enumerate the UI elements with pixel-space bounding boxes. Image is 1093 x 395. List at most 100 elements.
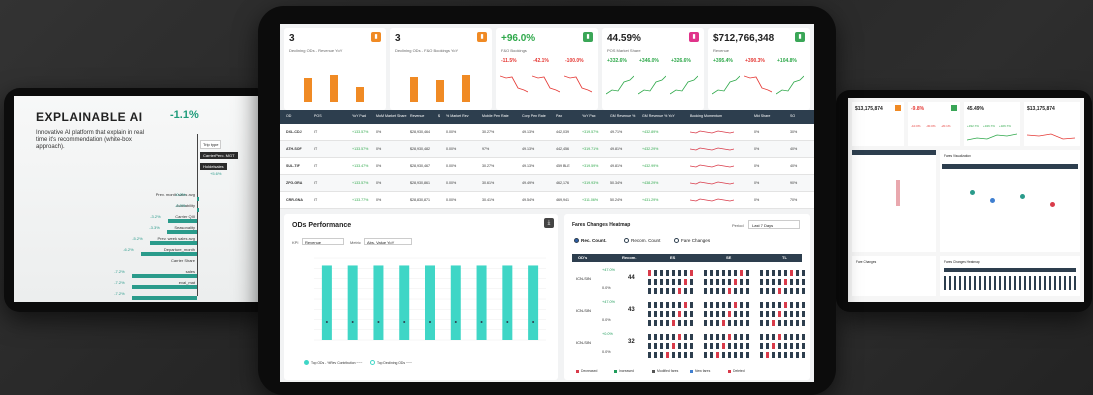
heatmap-cell[interactable] [710, 302, 713, 308]
heatmap-cell[interactable] [796, 279, 799, 285]
heatmap-cell[interactable] [766, 320, 769, 326]
heatmap-cell[interactable] [690, 279, 693, 285]
table-header-cell[interactable]: $ [438, 114, 440, 118]
table-row[interactable]: DXL-CDJ IT +133.57% 0% $28,930,464 0.00% 30.27… [280, 124, 814, 141]
heatmap-cell[interactable] [690, 302, 693, 308]
heatmap-cell[interactable] [746, 279, 749, 285]
heatmap-cell[interactable] [796, 288, 799, 294]
heatmap-cell[interactable] [772, 270, 775, 276]
heatmap-cell[interactable] [710, 311, 713, 317]
legend-declining-ods[interactable]: Top Declining ODs ~~~ [377, 361, 412, 365]
heatmap-cell[interactable] [672, 343, 675, 349]
heatmap-cell[interactable] [740, 279, 743, 285]
heatmap-cell[interactable] [778, 270, 781, 276]
heatmap-cell[interactable] [704, 279, 707, 285]
table-header-cell[interactable]: MoM Market Share [376, 114, 407, 118]
heatmap-cell[interactable] [772, 279, 775, 285]
heatmap-cell[interactable] [704, 302, 707, 308]
radio-button[interactable] [574, 238, 579, 243]
heatmap-cell[interactable] [648, 302, 651, 308]
heatmap-cell[interactable] [672, 270, 675, 276]
heatmap-cell[interactable] [678, 279, 681, 285]
heatmap-cell[interactable] [716, 320, 719, 326]
ods-bar[interactable] [425, 265, 435, 340]
table-header-cell[interactable]: SO [790, 114, 795, 118]
heatmap-cell[interactable] [654, 334, 657, 340]
heatmap-cell[interactable] [684, 311, 687, 317]
legend-top-ods[interactable]: Top ODs - %Rev Contribution ~~~ [311, 361, 362, 365]
heatmap-cell[interactable] [772, 352, 775, 358]
heatmap-cell[interactable] [710, 352, 713, 358]
heatmap-cell[interactable] [648, 311, 651, 317]
heatmap-cell[interactable] [796, 352, 799, 358]
heatmap-cell[interactable] [802, 270, 805, 276]
heatmap-cell[interactable] [760, 343, 763, 349]
heatmap-cell[interactable] [790, 279, 793, 285]
heatmap-cell[interactable] [790, 288, 793, 294]
radio-label[interactable]: Recom. Count [631, 238, 660, 243]
heatmap-cell[interactable] [722, 343, 725, 349]
heatmap-cell[interactable] [796, 320, 799, 326]
heatmap-cell[interactable] [778, 352, 781, 358]
heatmap-cell[interactable] [660, 352, 663, 358]
heatmap-cell[interactable] [660, 279, 663, 285]
heatmap-cell[interactable] [766, 352, 769, 358]
heatmap-cell[interactable] [746, 302, 749, 308]
heatmap-cell[interactable] [716, 270, 719, 276]
heatmap-cell[interactable] [722, 320, 725, 326]
heatmap-cell[interactable] [648, 343, 651, 349]
heatmap-cell[interactable] [796, 334, 799, 340]
heatmap-cell[interactable] [648, 270, 651, 276]
heatmap-cell[interactable] [678, 334, 681, 340]
heatmap-cell[interactable] [796, 302, 799, 308]
heatmap-cell[interactable] [802, 352, 805, 358]
heatmap-cell[interactable] [766, 279, 769, 285]
table-header-cell[interactable]: GM Revenue % [610, 114, 635, 118]
ods-bar[interactable] [373, 265, 384, 340]
heatmap-cell[interactable] [690, 288, 693, 294]
heatmap-cell[interactable] [734, 320, 737, 326]
table-row[interactable]: SUL-TIF IT +133.47% 0% $28,930,467 0.00% 30.27… [280, 158, 814, 175]
heatmap-cell[interactable] [678, 343, 681, 349]
table-header-cell[interactable]: % Market Rev [446, 114, 469, 118]
heatmap-cell[interactable] [728, 270, 731, 276]
heatmap-cell[interactable] [678, 311, 681, 317]
heatmap-cell[interactable] [660, 311, 663, 317]
heatmap-cell[interactable] [772, 302, 775, 308]
ods-bar[interactable] [476, 265, 487, 340]
heatmap-cell[interactable] [722, 302, 725, 308]
heatmap-cell[interactable] [666, 288, 669, 294]
heatmap-cell[interactable] [704, 352, 707, 358]
radio-button[interactable] [674, 238, 679, 243]
heatmap-cell[interactable] [672, 352, 675, 358]
heatmap-cell[interactable] [760, 279, 763, 285]
heatmap-cell[interactable] [648, 288, 651, 294]
heatmap-cell[interactable] [790, 343, 793, 349]
heatmap-cell[interactable] [760, 352, 763, 358]
heatmap-cell[interactable] [666, 311, 669, 317]
heatmap-cell[interactable] [790, 334, 793, 340]
heatmap-cell[interactable] [684, 270, 687, 276]
heatmap-cell[interactable] [654, 302, 657, 308]
heatmap-cell[interactable] [784, 279, 787, 285]
heatmap-cell[interactable] [734, 288, 737, 294]
heatmap-cell[interactable] [716, 288, 719, 294]
heatmap-cell[interactable] [772, 320, 775, 326]
heatmap-cell[interactable] [684, 288, 687, 294]
table-header-cell[interactable]: POS [314, 114, 322, 118]
kpi-icon[interactable]: ▮ [689, 32, 699, 42]
table-header-cell[interactable]: YoY Fwd [352, 114, 366, 118]
table-header-cell[interactable]: YoY Pax [582, 114, 596, 118]
heatmap-cell[interactable] [690, 270, 693, 276]
heatmap-cell[interactable] [684, 334, 687, 340]
heatmap-cell[interactable] [648, 279, 651, 285]
heatmap-cell[interactable] [710, 270, 713, 276]
heatmap-cell[interactable] [710, 334, 713, 340]
table-header-cell[interactable]: Pax [556, 114, 562, 118]
heatmap-cell[interactable] [666, 302, 669, 308]
heatmap-cell[interactable] [660, 320, 663, 326]
heatmap-cell[interactable] [746, 343, 749, 349]
heatmap-cell[interactable] [710, 288, 713, 294]
heatmap-cell[interactable] [654, 288, 657, 294]
heatmap-od[interactable]: ICN-SIN [576, 308, 591, 313]
